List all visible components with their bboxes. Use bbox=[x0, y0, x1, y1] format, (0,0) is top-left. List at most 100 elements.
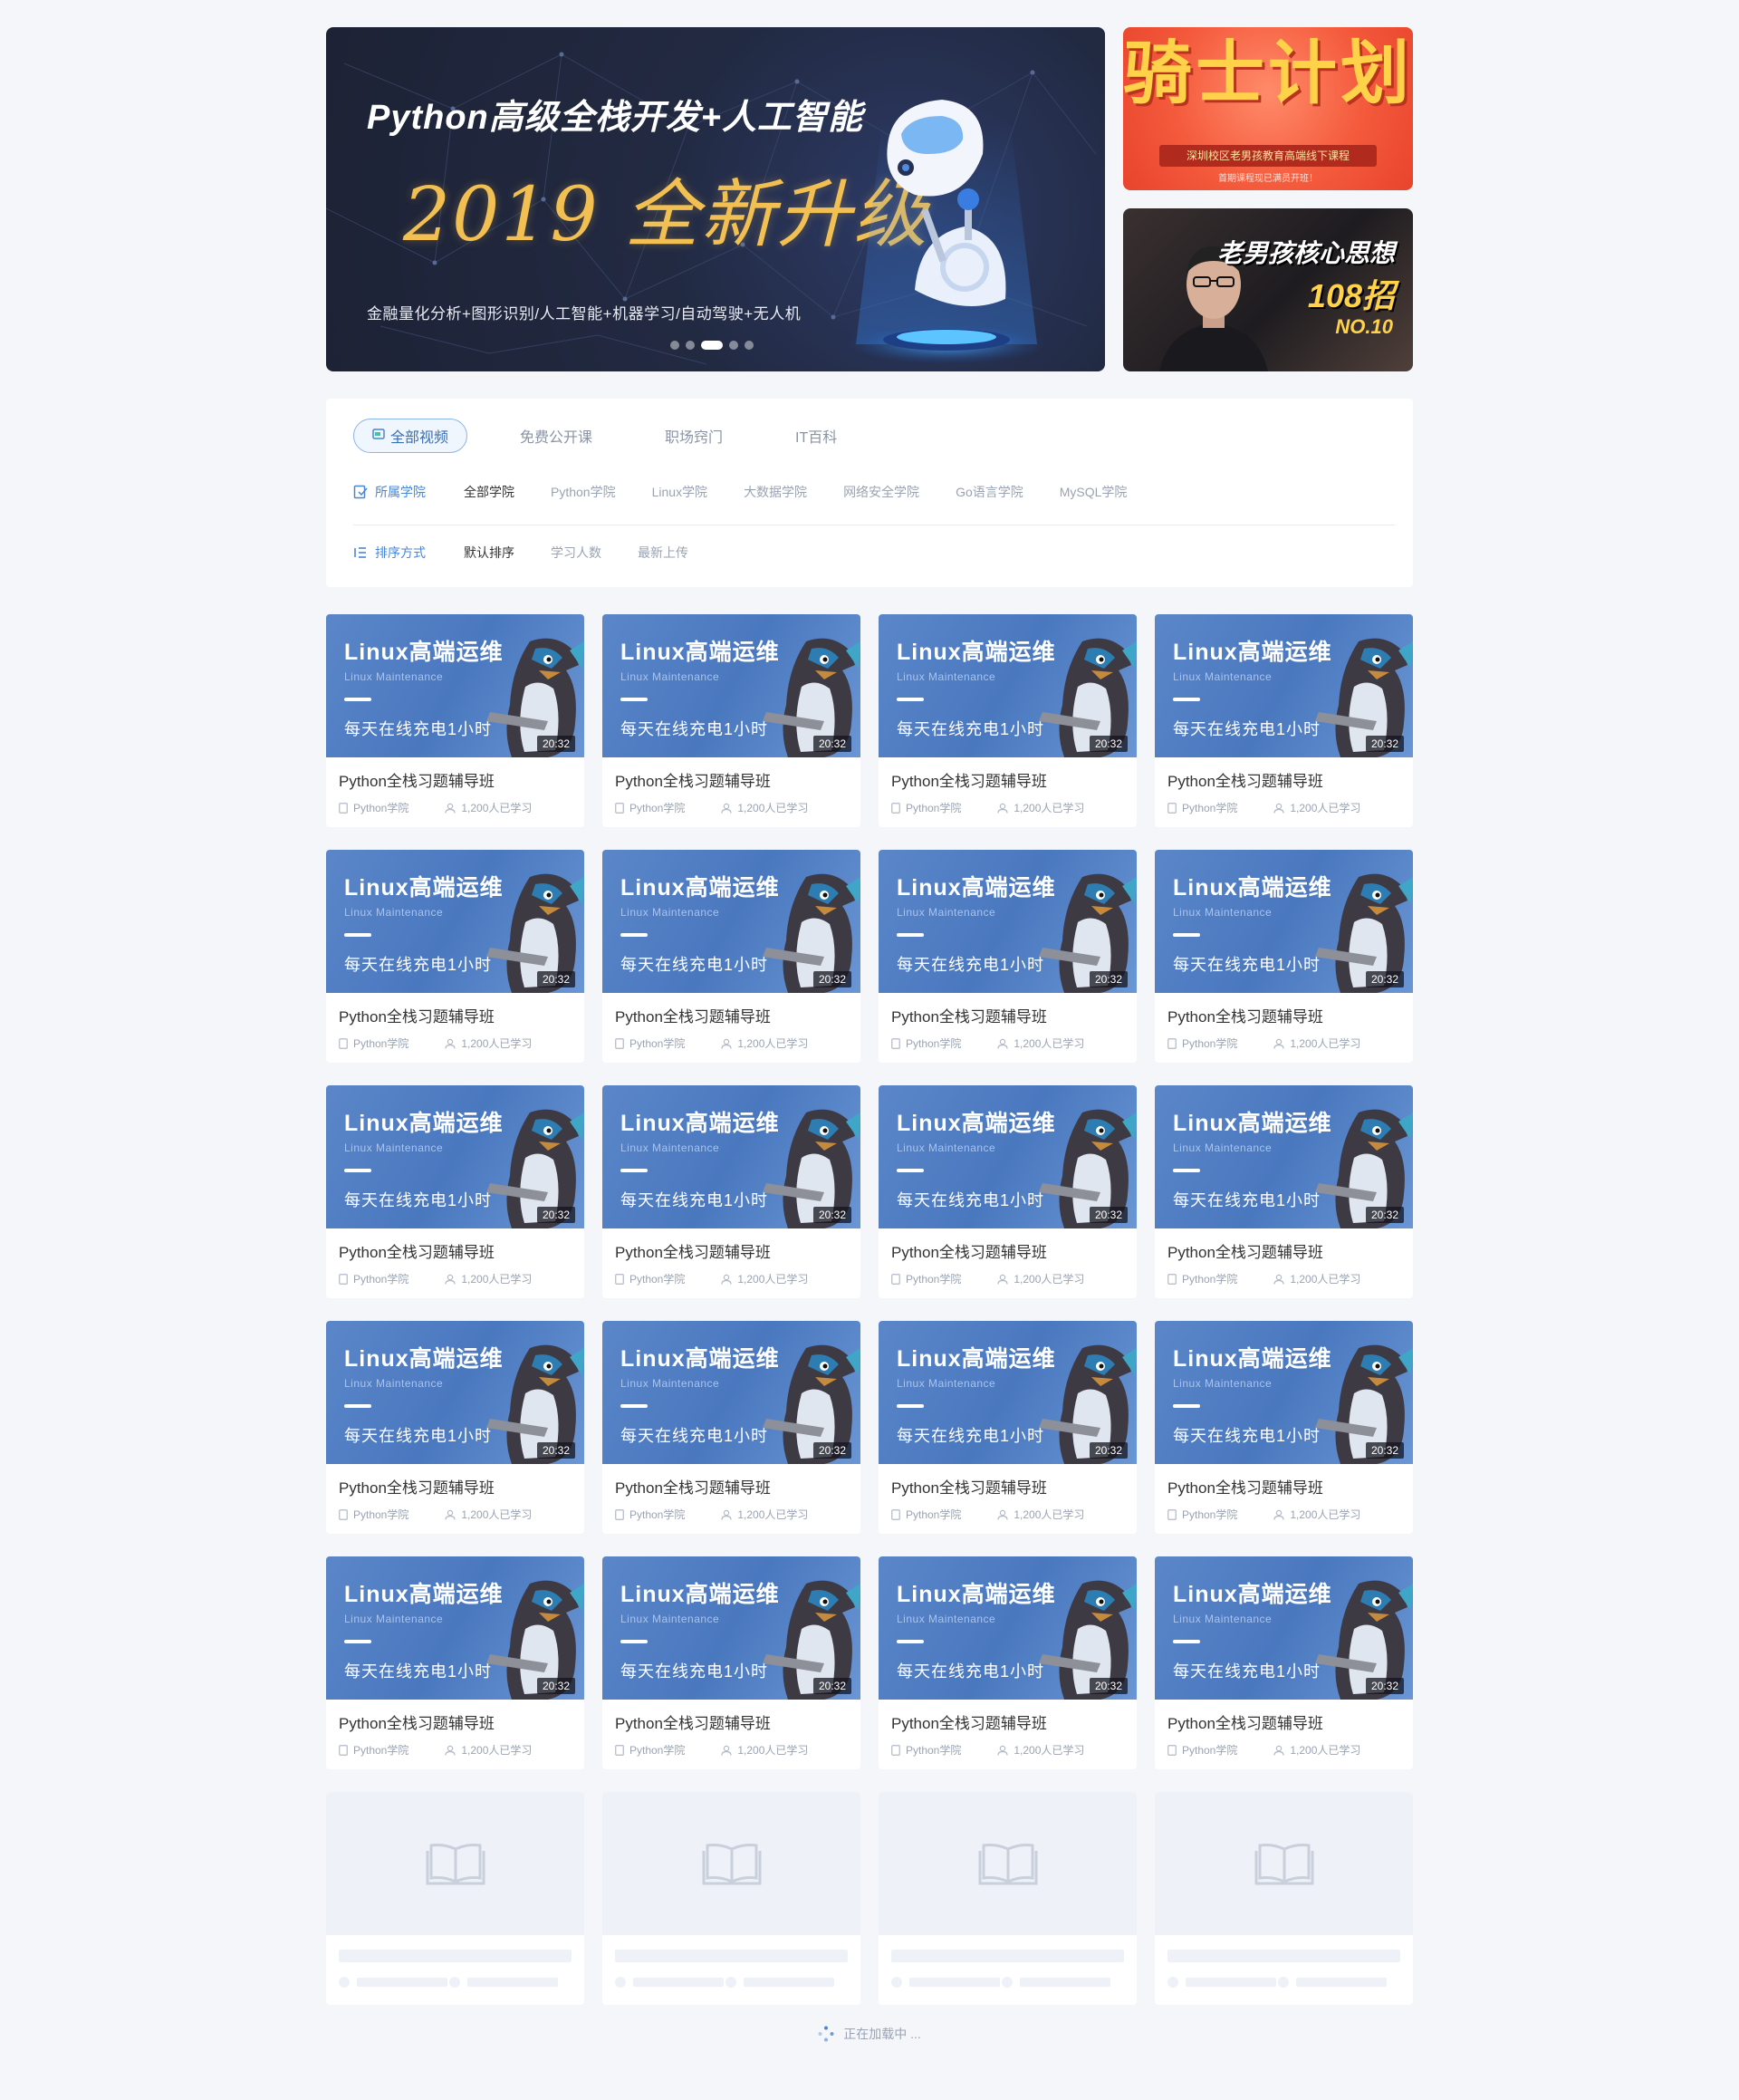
placeholder-title bbox=[615, 1950, 848, 1962]
course-learners-label: 1,200人已学习 bbox=[461, 1744, 533, 1757]
thumb-title: Linux高端运维 bbox=[344, 640, 504, 665]
side-ad-knight-plan[interactable]: 骑士计划 深圳校区老男孩教育高端线下课程 首期课程现已满员开班！ bbox=[1123, 27, 1413, 190]
thumb-title: Linux高端运维 bbox=[344, 1582, 504, 1607]
ad-title: 骑士计划 bbox=[1123, 35, 1413, 112]
course-card[interactable]: Linux高端运维 Linux Maintenance 每天在线充电1小时 20… bbox=[1155, 1556, 1413, 1769]
course-card[interactable]: Linux高端运维 Linux Maintenance 每天在线充电1小时 20… bbox=[1155, 614, 1413, 827]
thumb-divider bbox=[1173, 1169, 1200, 1172]
college-option-security[interactable]: 网络安全学院 bbox=[843, 483, 919, 501]
course-thumbnail: Linux高端运维 Linux Maintenance 每天在线充电1小时 20… bbox=[326, 614, 584, 757]
placeholder-title bbox=[1167, 1950, 1400, 1962]
course-meta: Python学院 1,200人已学习 bbox=[615, 1507, 844, 1522]
course-title: Python全栈习题辅导班 bbox=[339, 1008, 495, 1026]
thumb-title: Linux高端运维 bbox=[620, 1582, 780, 1607]
course-college: Python学院 bbox=[615, 800, 685, 815]
thumb-title: Linux高端运维 bbox=[897, 1346, 1056, 1372]
course-card[interactable]: Linux高端运维 Linux Maintenance 每天在线充电1小时 20… bbox=[879, 614, 1137, 827]
course-meta: Python学院 1,200人已学习 bbox=[891, 1036, 1120, 1051]
college-option-go[interactable]: Go语言学院 bbox=[956, 483, 1023, 501]
placeholder-text bbox=[633, 1978, 724, 1987]
carousel-dot[interactable] bbox=[745, 341, 754, 350]
course-college: Python学院 bbox=[891, 1742, 961, 1758]
thumb-title: Linux高端运维 bbox=[1173, 1582, 1332, 1607]
carousel-dot[interactable] bbox=[729, 341, 738, 350]
course-card[interactable]: Linux高端运维 Linux Maintenance 每天在线充电1小时 20… bbox=[326, 1321, 584, 1534]
course-college-label: Python学院 bbox=[353, 1744, 409, 1757]
carousel-dot[interactable] bbox=[670, 341, 679, 350]
sort-option-learners[interactable]: 学习人数 bbox=[551, 544, 601, 562]
thumb-slogan: 每天在线充电1小时 bbox=[344, 1662, 493, 1681]
course-college: Python学院 bbox=[615, 1507, 685, 1522]
course-card[interactable]: Linux高端运维 Linux Maintenance 每天在线充电1小时 20… bbox=[326, 1085, 584, 1298]
thumb-subtitle: Linux Maintenance bbox=[344, 906, 444, 919]
loading-indicator: 正在加载中 ... bbox=[0, 2025, 1739, 2043]
sort-option-default[interactable]: 默认排序 bbox=[464, 544, 514, 562]
thumb-slogan: 每天在线充电1小时 bbox=[1173, 720, 1321, 738]
thumb-subtitle: Linux Maintenance bbox=[1173, 1613, 1273, 1625]
thumb-subtitle: Linux Maintenance bbox=[620, 1377, 720, 1390]
placeholder-title bbox=[339, 1950, 572, 1962]
course-meta: Python学院 1,200人已学习 bbox=[1167, 1271, 1397, 1286]
thumb-subtitle: Linux Maintenance bbox=[1173, 906, 1273, 919]
course-college-label: Python学院 bbox=[629, 1273, 686, 1286]
video-duration: 20:32 bbox=[1089, 1678, 1128, 1694]
carousel-dot[interactable] bbox=[686, 341, 695, 350]
course-card[interactable]: Linux高端运维 Linux Maintenance 每天在线充电1小时 20… bbox=[602, 850, 860, 1063]
tab-it-wiki[interactable]: IT百科 bbox=[775, 419, 857, 453]
course-college: Python学院 bbox=[1167, 800, 1237, 815]
course-learners-label: 1,200人已学习 bbox=[1290, 802, 1361, 814]
college-option-bigdata[interactable]: 大数据学院 bbox=[744, 483, 807, 501]
course-card[interactable]: Linux高端运维 Linux Maintenance 每天在线充电1小时 20… bbox=[326, 614, 584, 827]
course-card-placeholder bbox=[879, 1792, 1137, 2005]
course-card[interactable]: Linux高端运维 Linux Maintenance 每天在线充电1小时 20… bbox=[602, 1556, 860, 1769]
course-card[interactable]: Linux高端运维 Linux Maintenance 每天在线充电1小时 20… bbox=[879, 850, 1137, 1063]
sort-option-newest[interactable]: 最新上传 bbox=[638, 544, 688, 562]
course-learners-label: 1,200人已学习 bbox=[737, 1273, 809, 1286]
thumb-divider bbox=[344, 1169, 371, 1172]
tab-all-videos[interactable]: 全部视频 bbox=[353, 419, 468, 453]
course-learners: 1,200人已学习 bbox=[997, 1742, 1084, 1758]
college-filter-label: 所属学院 bbox=[353, 483, 426, 501]
college-option-all[interactable]: 全部学院 bbox=[464, 483, 514, 501]
loading-spinner-icon bbox=[818, 2026, 834, 2042]
course-card[interactable]: Linux高端运维 Linux Maintenance 每天在线充电1小时 20… bbox=[326, 1556, 584, 1769]
thumb-slogan: 每天在线充电1小时 bbox=[344, 956, 493, 974]
college-option-python[interactable]: Python学院 bbox=[551, 483, 616, 501]
course-card[interactable]: Linux高端运维 Linux Maintenance 每天在线充电1小时 20… bbox=[1155, 850, 1413, 1063]
course-card[interactable]: Linux高端运维 Linux Maintenance 每天在线充电1小时 20… bbox=[326, 850, 584, 1063]
course-thumbnail: Linux高端运维 Linux Maintenance 每天在线充电1小时 20… bbox=[879, 1085, 1137, 1228]
course-college: Python学院 bbox=[615, 1742, 685, 1758]
course-card-placeholder bbox=[602, 1792, 860, 2005]
carousel-dot-active[interactable] bbox=[701, 341, 723, 350]
hero-banner[interactable]: Python高级全栈开发+人工智能 2019 全新升级 金融量化分析+图形识别/… bbox=[326, 27, 1105, 371]
tab-career-tips[interactable]: 职场窍门 bbox=[645, 419, 743, 453]
college-option-mysql[interactable]: MySQL学院 bbox=[1060, 483, 1128, 501]
user-icon bbox=[997, 1745, 1008, 1756]
course-card[interactable]: Linux高端运维 Linux Maintenance 每天在线充电1小时 20… bbox=[602, 1321, 860, 1534]
course-title: Python全栈习题辅导班 bbox=[615, 1244, 771, 1261]
course-card[interactable]: Linux高端运维 Linux Maintenance 每天在线充电1小时 20… bbox=[602, 614, 860, 827]
side-ad-core-ideas[interactable]: 老男孩核心思想 108招 NO.10 bbox=[1123, 208, 1413, 371]
thumb-divider bbox=[344, 698, 371, 701]
course-title: Python全栈习题辅导班 bbox=[891, 1715, 1047, 1732]
course-card[interactable]: Linux高端运维 Linux Maintenance 每天在线充电1小时 20… bbox=[1155, 1085, 1413, 1298]
course-title: Python全栈习题辅导班 bbox=[891, 1008, 1047, 1026]
thumb-subtitle: Linux Maintenance bbox=[1173, 670, 1273, 683]
user-icon bbox=[445, 1274, 456, 1285]
college-option-linux[interactable]: Linux学院 bbox=[652, 483, 707, 501]
document-icon bbox=[1167, 802, 1177, 814]
course-college-label: Python学院 bbox=[629, 802, 686, 814]
course-title: Python全栈习题辅导班 bbox=[339, 773, 495, 790]
course-card[interactable]: Linux高端运维 Linux Maintenance 每天在线充电1小时 20… bbox=[879, 1085, 1137, 1298]
user-icon bbox=[997, 1038, 1008, 1049]
thumb-title: Linux高端运维 bbox=[1173, 1111, 1332, 1136]
course-card[interactable]: Linux高端运维 Linux Maintenance 每天在线充电1小时 20… bbox=[602, 1085, 860, 1298]
thumb-slogan: 每天在线充电1小时 bbox=[897, 720, 1045, 738]
course-card[interactable]: Linux高端运维 Linux Maintenance 每天在线充电1小时 20… bbox=[879, 1321, 1137, 1534]
course-college-label: Python学院 bbox=[353, 802, 409, 814]
tab-free-courses[interactable]: 免费公开课 bbox=[500, 419, 612, 453]
course-card[interactable]: Linux高端运维 Linux Maintenance 每天在线充电1小时 20… bbox=[1155, 1321, 1413, 1534]
course-college: Python学院 bbox=[891, 1507, 961, 1522]
course-card[interactable]: Linux高端运维 Linux Maintenance 每天在线充电1小时 20… bbox=[879, 1556, 1137, 1769]
course-thumbnail: Linux高端运维 Linux Maintenance 每天在线充电1小时 20… bbox=[602, 1321, 860, 1464]
